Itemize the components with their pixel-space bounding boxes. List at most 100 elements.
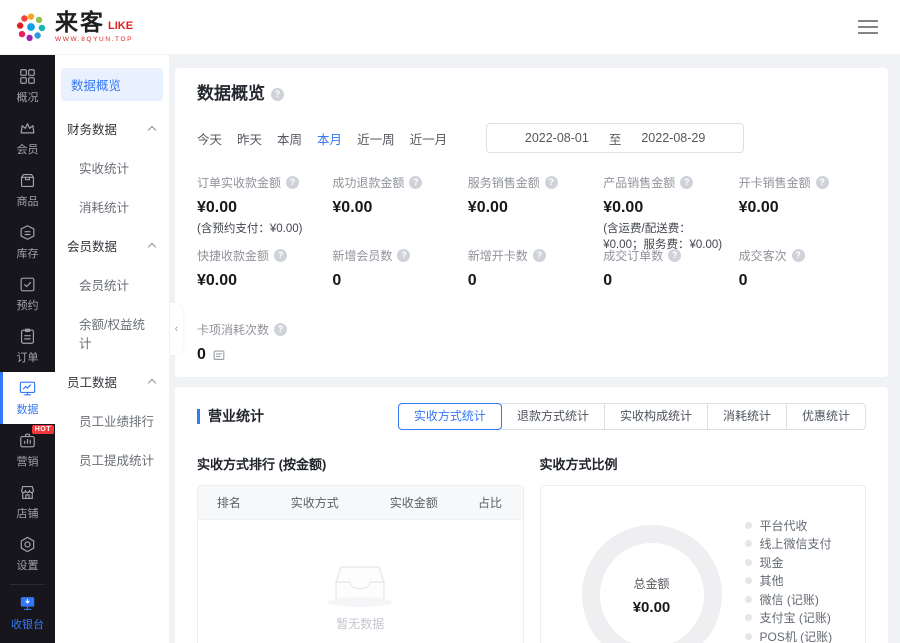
tab-discount-stats[interactable]: 优惠统计: [786, 403, 866, 430]
help-icon[interactable]: ?: [533, 249, 546, 262]
stat-label: 开卡销售金额: [739, 174, 811, 191]
stat-label: 新增开卡数: [468, 247, 528, 264]
empty-text: 暂无数据: [336, 615, 384, 632]
stat-service-sales: 服务销售金额? ¥0.00: [468, 174, 595, 247]
help-icon[interactable]: ?: [274, 249, 287, 262]
stat-value: ¥0.00: [197, 199, 324, 217]
date-start[interactable]: 2022-08-01: [525, 131, 589, 145]
stat-order-income: 订单实收款金额? ¥0.00 (含预约支付：¥0.00): [197, 174, 324, 247]
sidebar-item-label: 收银台: [11, 616, 44, 632]
submenu-item-staff-commission[interactable]: 员工提成统计: [55, 440, 169, 479]
filter-this-week[interactable]: 本周: [277, 129, 302, 148]
stats-tab-group: 实收方式统计 退款方式统计 实收构成统计 消耗统计 优惠统计: [399, 403, 866, 430]
help-icon[interactable]: ?: [545, 176, 558, 189]
filter-last-7-days[interactable]: 近一周: [357, 129, 395, 148]
storefront-icon: [18, 483, 37, 502]
sidebar-item-label: 设置: [17, 557, 39, 573]
date-separator: 至: [609, 129, 622, 148]
legend-item[interactable]: 线上微信支付: [745, 535, 833, 554]
tab-refund-method[interactable]: 退款方式统计: [501, 403, 605, 430]
hot-badge: HOT: [32, 425, 54, 434]
tab-income-composition[interactable]: 实收构成统计: [604, 403, 708, 430]
cashier-icon: [18, 594, 37, 613]
sidebar-item-overview[interactable]: 概况: [0, 60, 55, 112]
sidebar-item-booking[interactable]: 预约: [0, 268, 55, 320]
sidebar-collapse-handle[interactable]: ‹: [170, 303, 183, 355]
stat-label: 成功退款金额: [332, 174, 404, 191]
donut-total-value: ¥0.00: [633, 599, 671, 616]
sidebar-item-cashier[interactable]: 收银台: [0, 587, 55, 639]
secondary-sidebar: 数据概览 财务数据 实收统计 消耗统计 会员数据 会员统计 余额/权益统计 员工…: [55, 55, 170, 643]
app-logo[interactable]: 来客 LIKE WWW.8QYUN.TOP: [14, 10, 133, 44]
warehouse-icon: [18, 223, 37, 242]
chevron-up-icon: [148, 379, 156, 387]
chevron-up-icon: [148, 126, 156, 134]
sidebar-divider: [10, 584, 45, 585]
filter-today[interactable]: 今天: [197, 129, 222, 148]
legend-item[interactable]: 平台代收: [745, 516, 833, 535]
legend-item[interactable]: 微信 (记账): [745, 590, 833, 609]
sidebar-item-settings[interactable]: 设置: [0, 528, 55, 580]
sidebar-item-marketing[interactable]: HOT 营销: [0, 424, 55, 476]
legend-item[interactable]: 现金: [745, 553, 833, 572]
legend-item[interactable]: 其他: [745, 572, 833, 591]
help-icon[interactable]: ?: [816, 176, 829, 189]
submenu-item-member-stats[interactable]: 会员统计: [55, 265, 169, 304]
stat-label: 服务销售金额: [468, 174, 540, 191]
sidebar-item-orders[interactable]: 订单: [0, 320, 55, 372]
calendar-check-icon: [18, 275, 37, 294]
gear-icon: [18, 535, 37, 554]
filter-this-month[interactable]: 本月: [317, 129, 342, 148]
menu-toggle-icon[interactable]: [854, 16, 882, 38]
sidebar-item-label: 概况: [17, 89, 39, 105]
legend-dot-icon: [745, 522, 752, 529]
sidebar-item-shop[interactable]: 店铺: [0, 476, 55, 528]
legend-item[interactable]: POS机 (记账): [745, 627, 833, 643]
stat-deal-orders: 成交订单数? 0: [603, 247, 730, 321]
stat-value: 0: [739, 272, 866, 290]
sidebar-item-members[interactable]: 会员: [0, 112, 55, 164]
tab-income-method[interactable]: 实收方式统计: [398, 403, 502, 430]
sidebar-item-data[interactable]: 数据: [0, 372, 55, 424]
help-icon[interactable]: ?: [286, 176, 299, 189]
stat-card-consume-count: 卡项消耗次数? 0: [197, 321, 324, 377]
help-icon[interactable]: ?: [668, 249, 681, 262]
chevron-up-icon: [148, 243, 156, 251]
submenu-item-staff-ranking[interactable]: 员工业绩排行: [55, 401, 169, 440]
submenu-group-finance[interactable]: 财务数据: [55, 109, 169, 148]
filter-yesterday[interactable]: 昨天: [237, 129, 262, 148]
logo-icon: [14, 10, 48, 44]
submenu-group-label: 财务数据: [67, 119, 117, 138]
submenu-group-staff[interactable]: 员工数据: [55, 362, 169, 401]
help-icon[interactable]: ?: [792, 249, 805, 262]
submenu-item-income-stats[interactable]: 实收统计: [55, 148, 169, 187]
stat-value: ¥0.00: [603, 199, 730, 217]
help-icon[interactable]: ?: [397, 249, 410, 262]
stat-value: 0: [332, 272, 459, 290]
dashboard-icon: [18, 67, 37, 86]
date-end[interactable]: 2022-08-29: [641, 131, 705, 145]
stat-value: ¥0.00: [332, 199, 459, 217]
sidebar-item-inventory[interactable]: 库存: [0, 216, 55, 268]
filter-last-30-days[interactable]: 近一月: [410, 129, 448, 148]
submenu-item-data-overview[interactable]: 数据概览: [61, 68, 163, 101]
submenu-item-balance-stats[interactable]: 余额/权益统计: [55, 304, 169, 362]
income-proportion-panel: 实收方式比例 总金额 ¥0.00 平台代收 线上微信支付 现金 其他 微信 (记…: [540, 454, 867, 643]
stat-value: 0: [197, 346, 206, 364]
date-range-picker[interactable]: 2022-08-01 至 2022-08-29: [486, 123, 744, 153]
sidebar-item-label: 订单: [17, 349, 39, 365]
stat-label: 快捷收款金额: [197, 247, 269, 264]
submenu-item-consume-stats[interactable]: 消耗统计: [55, 187, 169, 226]
records-icon[interactable]: [212, 348, 226, 362]
help-icon[interactable]: ?: [271, 88, 284, 101]
stat-new-members: 新增会员数? 0: [332, 247, 459, 321]
help-icon[interactable]: ?: [680, 176, 693, 189]
legend-dot-icon: [745, 559, 752, 566]
help-icon[interactable]: ?: [274, 323, 287, 336]
sidebar-item-goods[interactable]: 商品: [0, 164, 55, 216]
tab-consume-stats[interactable]: 消耗统计: [707, 403, 787, 430]
submenu-group-members[interactable]: 会员数据: [55, 226, 169, 265]
legend-item[interactable]: 支付宝 (记账): [745, 609, 833, 628]
stat-value: ¥0.00: [468, 199, 595, 217]
help-icon[interactable]: ?: [409, 176, 422, 189]
